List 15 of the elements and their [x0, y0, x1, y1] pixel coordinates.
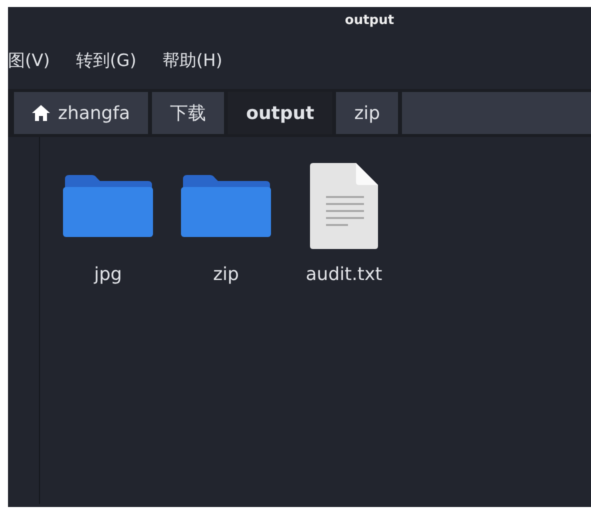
menu-item[interactable]: 图(V): [8, 49, 50, 75]
folder-icon: [62, 173, 154, 239]
file-name[interactable]: jpg: [94, 261, 122, 288]
path-button[interactable]: output: [228, 92, 332, 134]
path-button[interactable]: 下载: [152, 92, 224, 134]
menu-item[interactable]: 帮助(H): [162, 49, 222, 75]
file-name[interactable]: audit.txt: [306, 261, 382, 288]
path-button[interactable]: zip: [336, 92, 398, 134]
file-name[interactable]: zip: [213, 261, 239, 288]
window-title: output: [344, 12, 394, 30]
text-file-icon: [310, 163, 378, 249]
menu-item[interactable]: 转到(G): [76, 49, 136, 75]
path-button[interactable]: zhangfa: [14, 92, 148, 134]
folder-icon: [180, 173, 272, 239]
home-icon: [32, 105, 50, 121]
